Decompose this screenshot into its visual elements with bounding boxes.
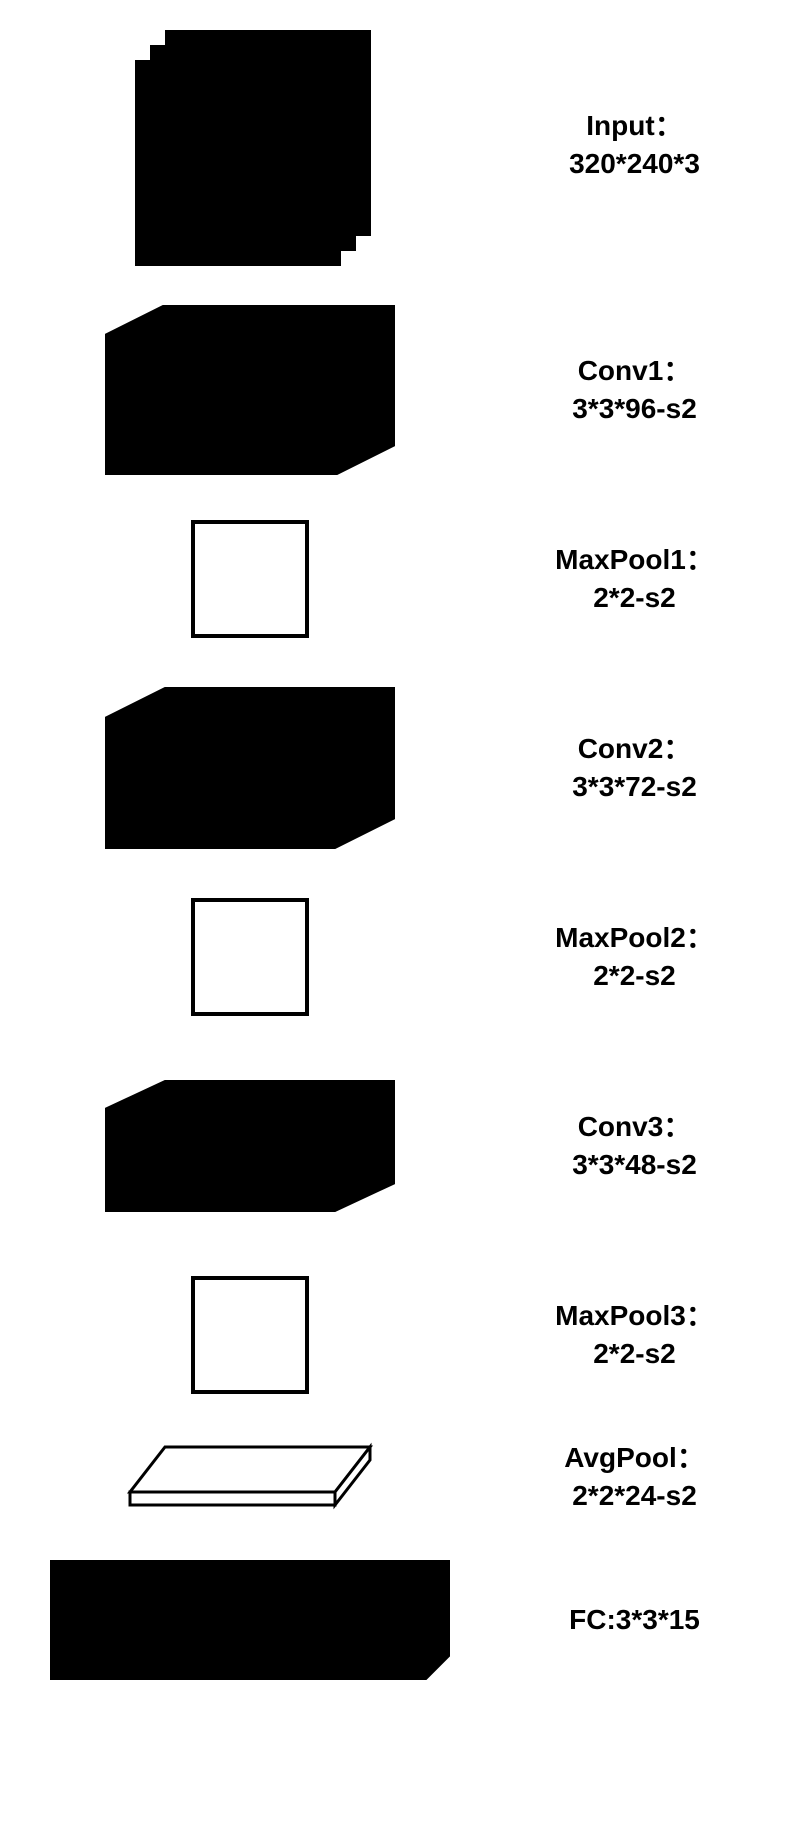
conv-block-icon — [105, 305, 395, 475]
label-conv2: Conv2： 3*3*72-s2 — [480, 730, 789, 806]
label-input: Input： 320*240*3 — [480, 107, 789, 183]
layer-row-conv2: Conv2： 3*3*72-s2 — [20, 683, 789, 853]
stacked-squares-icon — [135, 30, 365, 260]
shape-maxpool3 — [20, 1276, 480, 1394]
layer-title: AvgPool： — [480, 1439, 789, 1477]
shape-fc — [20, 1560, 480, 1680]
label-fc: FC:3*3*15 — [480, 1601, 789, 1639]
pool-square-icon — [191, 520, 309, 638]
layer-title: MaxPool2： — [480, 919, 789, 957]
pool-square-icon — [191, 898, 309, 1016]
layer-params: 3*3*96-s2 — [480, 390, 789, 428]
conv-block-icon — [105, 1061, 395, 1231]
shape-input — [20, 30, 480, 260]
pool-square-icon — [191, 1276, 309, 1394]
layer-title: Conv1： — [480, 352, 789, 390]
conv-block-icon — [105, 683, 395, 853]
slab-icon — [125, 1442, 375, 1512]
layer-title: Input： — [480, 107, 789, 145]
fc-block-icon — [50, 1560, 450, 1680]
layer-title: MaxPool1： — [480, 541, 789, 579]
layer-params: 3*3*72-s2 — [480, 768, 789, 806]
shape-maxpool2 — [20, 898, 480, 1016]
layer-row-maxpool1: MaxPool1： 2*2-s2 — [20, 520, 789, 638]
shape-conv1 — [20, 305, 480, 475]
label-conv1: Conv1： 3*3*96-s2 — [480, 352, 789, 428]
shape-maxpool1 — [20, 520, 480, 638]
layer-row-avgpool: AvgPool： 2*2*24-s2 — [20, 1439, 789, 1515]
shape-avgpool — [20, 1442, 480, 1512]
shape-conv3 — [20, 1061, 480, 1231]
label-maxpool2: MaxPool2： 2*2-s2 — [480, 919, 789, 995]
layer-title: FC:3*3*15 — [480, 1601, 789, 1639]
layer-params: 2*2-s2 — [480, 1335, 789, 1373]
label-maxpool3: MaxPool3： 2*2-s2 — [480, 1297, 789, 1373]
shape-conv2 — [20, 683, 480, 853]
layer-row-maxpool3: MaxPool3： 2*2-s2 — [20, 1276, 789, 1394]
layer-row-fc: FC:3*3*15 — [20, 1560, 789, 1680]
layer-params: 2*2-s2 — [480, 957, 789, 995]
layer-row-conv1: Conv1： 3*3*96-s2 — [20, 305, 789, 475]
layer-title: Conv3： — [480, 1108, 789, 1146]
layer-params: 2*2*24-s2 — [480, 1477, 789, 1515]
layer-row-conv3: Conv3： 3*3*48-s2 — [20, 1061, 789, 1231]
layer-title: Conv2： — [480, 730, 789, 768]
layer-params: 2*2-s2 — [480, 579, 789, 617]
layer-params: 3*3*48-s2 — [480, 1146, 789, 1184]
label-maxpool1: MaxPool1： 2*2-s2 — [480, 541, 789, 617]
layer-row-maxpool2: MaxPool2： 2*2-s2 — [20, 898, 789, 1016]
layer-params: 320*240*3 — [480, 145, 789, 183]
label-conv3: Conv3： 3*3*48-s2 — [480, 1108, 789, 1184]
layer-row-input: Input： 320*240*3 — [20, 30, 789, 260]
layer-title: MaxPool3： — [480, 1297, 789, 1335]
label-avgpool: AvgPool： 2*2*24-s2 — [480, 1439, 789, 1515]
